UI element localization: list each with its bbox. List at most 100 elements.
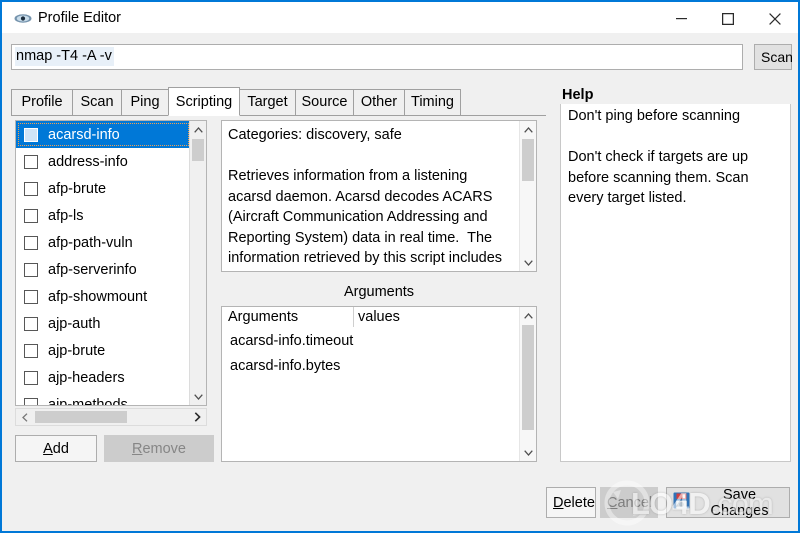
help-panel: Don't ping before scanning Don't check i… [560,104,791,462]
scroll-left-icon[interactable] [16,409,33,425]
checkbox-icon[interactable] [24,262,38,277]
script-list-item[interactable]: acarsd-info [16,121,191,148]
close-icon [769,12,781,25]
arguments-vertical-scrollbar[interactable] [519,307,536,461]
profile-tabs: Profile Scan Ping Scripting Target Source Othe… [11,87,546,116]
script-list-panel: acarsd-info address-info afp-brute afp-ls af… [15,120,207,406]
profile-editor-window: Profile Editor nmap -T4 -A -v Scan Profi… [0,0,800,533]
tab-scripting[interactable]: Scripting [168,87,240,116]
script-list-horizontal-scrollbar[interactable] [15,408,207,426]
scroll-down-icon[interactable] [520,444,536,461]
tab-source[interactable]: Source [295,89,354,116]
scrollbar-thumb[interactable] [192,139,204,161]
script-list-item[interactable]: ajp-headers [16,364,191,391]
argument-row-name[interactable]: acarsd-info.bytes [230,358,340,374]
script-list-item[interactable]: afp-brute [16,175,191,202]
minimize-button[interactable] [658,2,704,35]
scroll-up-icon[interactable] [520,121,536,138]
remove-button[interactable]: Remove [104,435,214,462]
checkbox-icon[interactable] [24,154,38,169]
tab-label: Other [360,94,398,110]
delete-button[interactable]: Delete [546,487,596,518]
remove-button-mnemonic: R [131,440,143,457]
help-section-label: Help [562,87,594,103]
checkbox-icon[interactable] [24,397,38,405]
script-list-item[interactable]: address-info [16,148,191,175]
script-list-item-label: afp-path-vuln [48,234,133,251]
tab-timing[interactable]: Timing [404,89,461,116]
scroll-down-icon[interactable] [520,254,536,271]
tab-label: Ping [130,94,160,110]
save-changes-label: Save Changes [710,486,769,519]
checkbox-icon[interactable] [24,181,38,196]
floppy-disk-save-icon [673,492,690,513]
checkbox-icon[interactable] [24,208,38,223]
script-list-item-label: afp-ls [48,207,84,224]
close-button[interactable] [752,2,798,35]
argument-row-name[interactable]: acarsd-info.timeout [230,333,353,349]
tab-label: Scripting [175,94,233,110]
maximize-icon [722,12,734,25]
tab-other[interactable]: Other [353,89,405,116]
tab-label: Scan [80,94,114,110]
checkbox-icon[interactable] [24,289,38,304]
checkbox-icon[interactable] [24,316,38,331]
scrollbar-thumb-horizontal[interactable] [35,411,127,423]
scroll-down-icon[interactable] [190,388,206,405]
tab-label: Timing [411,94,454,110]
script-list-item[interactable]: afp-showmount [16,283,191,310]
script-list-item-label: afp-brute [48,180,107,197]
tab-scan[interactable]: Scan [72,89,122,116]
scrollbar-thumb[interactable] [522,325,534,430]
zenmap-eye-icon [14,12,32,25]
cancel-button[interactable]: Cancel [600,487,658,518]
script-description-text: Categories: discovery, safe Retrieves in… [228,127,503,271]
nmap-command-input[interactable] [11,44,743,70]
script-list-item[interactable]: ajp-methods [16,391,191,405]
tab-profile[interactable]: Profile [11,89,73,116]
checkbox-icon[interactable] [24,343,38,358]
checkbox-icon[interactable] [24,235,38,250]
arguments-section-title: Arguments [343,284,415,300]
maximize-button[interactable] [705,2,751,35]
script-list-item[interactable]: afp-ls [16,202,191,229]
column-divider [353,307,354,327]
column-header-values: values [358,309,400,325]
description-vertical-scrollbar[interactable] [519,121,536,271]
scrollbar-thumb[interactable] [522,139,534,181]
tab-label: Target [247,94,288,110]
script-list-item-label: ajp-auth [48,315,101,332]
script-list-item[interactable]: afp-serverinfo [16,256,191,283]
scan-button[interactable]: Scan [754,44,793,70]
script-list-item[interactable]: ajp-auth [16,310,191,337]
script-list-item-label: ajp-brute [48,342,106,359]
add-button-mnemonic: A [43,440,53,457]
save-changes-button[interactable]: Save Changes [666,486,790,519]
tab-label: Profile [21,94,63,110]
delete-button-label-rest: elete [563,494,595,511]
script-list-item-label: ajp-methods [48,396,128,406]
scroll-right-icon[interactable] [189,409,206,425]
scroll-up-icon[interactable] [190,121,206,138]
column-header-arguments: Arguments [228,309,299,325]
checkbox-icon[interactable] [24,370,38,385]
help-text: Don't ping before scanning Don't check i… [568,108,749,206]
tab-target[interactable]: Target [239,89,296,116]
delete-button-mnemonic: D [553,494,564,511]
script-list-item-label: address-info [48,153,128,170]
script-list-item[interactable]: afp-path-vuln [16,229,191,256]
arguments-panel: Arguments values acarsd-info.timeout acar… [221,306,537,462]
checkbox-icon[interactable] [24,127,38,142]
window-title: Profile Editor [38,10,122,26]
scroll-up-icon[interactable] [520,307,536,324]
script-list-item-label: afp-serverinfo [48,261,137,278]
title-bar: Profile Editor [2,0,798,33]
tab-ping[interactable]: Ping [121,89,169,116]
add-button[interactable]: Add [15,435,97,462]
script-list-vertical-scrollbar[interactable] [189,121,206,405]
script-list-item[interactable]: ajp-brute [16,337,191,364]
minimize-icon [675,18,687,20]
script-list-item-label: afp-showmount [48,288,148,305]
script-list[interactable]: acarsd-info address-info afp-brute afp-ls af… [16,121,191,405]
arguments-table-header: Arguments values [222,307,519,329]
